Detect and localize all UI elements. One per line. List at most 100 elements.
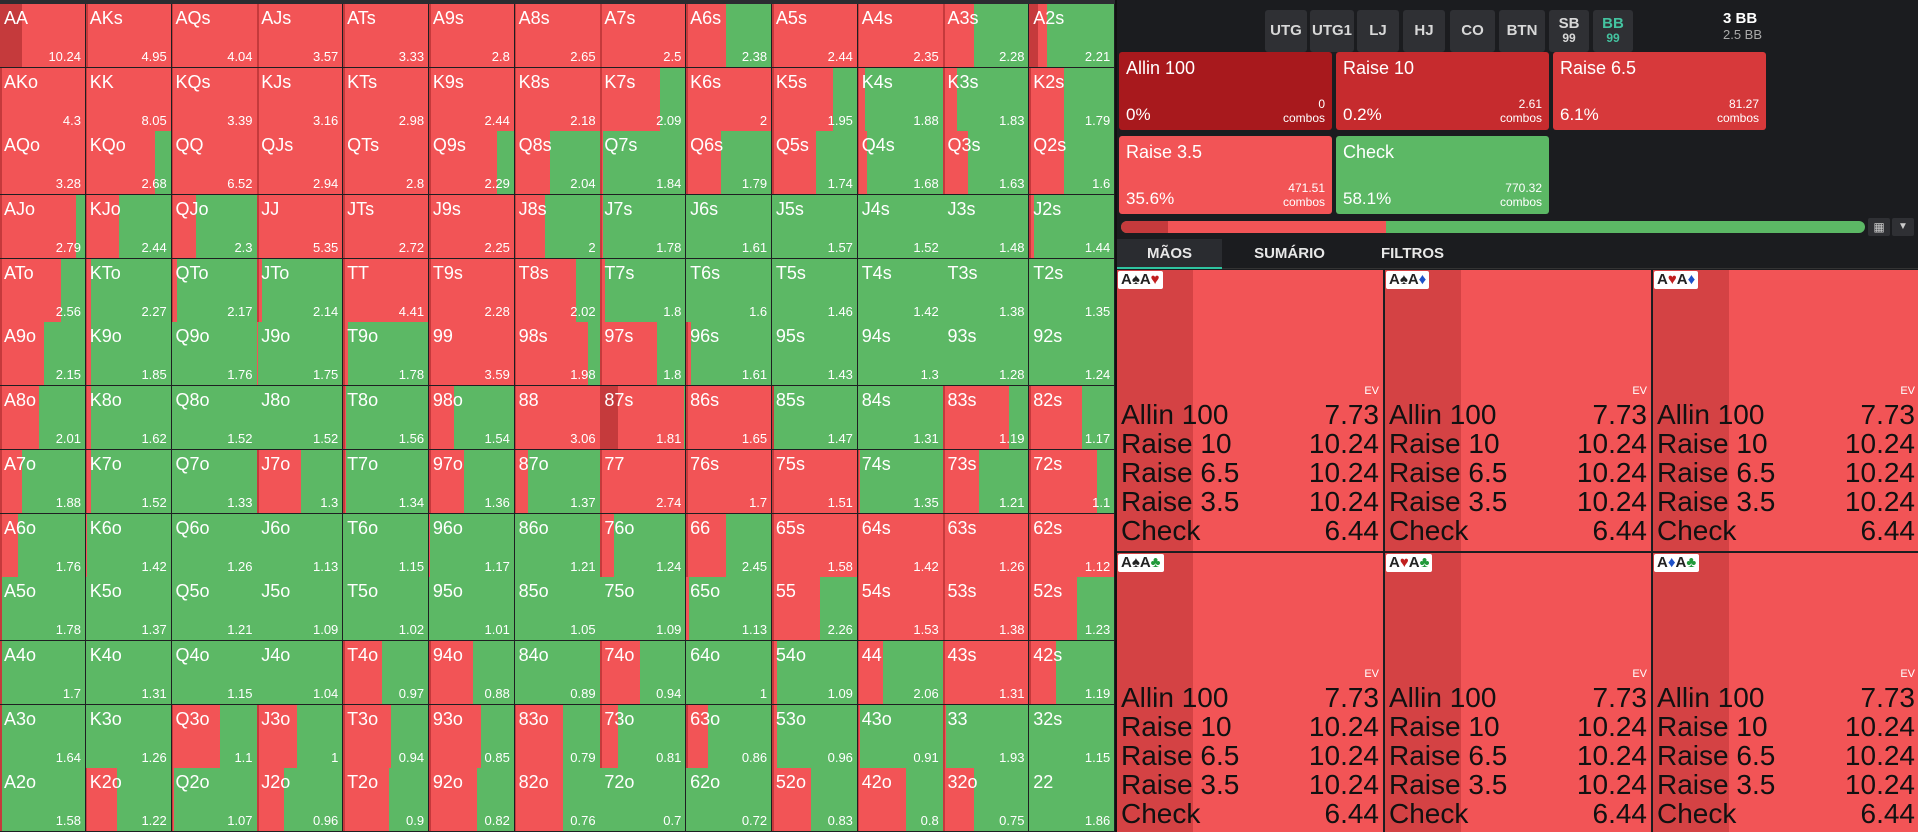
hand-cell[interactable]: J3o 1 [257,704,344,769]
hand-cell[interactable]: K2s 1.79 [1029,67,1116,132]
hand-cell[interactable]: J7s 1.78 [600,195,687,260]
hand-cell[interactable]: T8s 2.02 [514,258,601,323]
hand-cell[interactable]: A8o 2.01 [0,386,86,451]
hand-cell[interactable]: T2s 1.35 [1029,258,1116,323]
hand-cell[interactable]: A9s 2.8 [428,4,515,68]
hand-cell[interactable]: 43o 0.91 [857,704,944,769]
hand-cell[interactable]: K7s 2.09 [600,67,687,132]
hand-cell[interactable]: KQs 3.39 [171,67,258,132]
hand-cell[interactable]: 92o 0.82 [428,768,515,832]
hand-cell[interactable]: AA 10.24 [0,4,86,68]
hand-cell[interactable]: 84s 1.31 [857,386,944,451]
hand-cell[interactable]: 72o 0.7 [600,768,687,832]
hand-cell[interactable]: K9o 1.85 [85,322,172,387]
hand-cell[interactable]: T3o 0.94 [343,704,430,769]
hand-cell[interactable]: K8s 2.18 [514,67,601,132]
hand-cell[interactable]: JTo 2.14 [257,258,344,323]
hand-cell[interactable]: AQs 4.04 [171,4,258,68]
hand-cell[interactable]: Q4o 1.15 [171,640,258,705]
hand-cell[interactable]: T4o 0.97 [343,640,430,705]
hand-cell[interactable]: 93o 0.85 [428,704,515,769]
hand-cell[interactable]: T4s 1.42 [857,258,944,323]
hand-cell[interactable]: K3o 1.26 [85,704,172,769]
action-raise-6-5[interactable]: Raise 6.5 6.1% 81.27 combos [1553,52,1766,130]
hand-cell[interactable]: J9s 2.25 [428,195,515,260]
hand-cell[interactable]: Q4s 1.68 [857,131,944,196]
position-bb[interactable]: BB 99 [1593,10,1633,52]
hand-cell[interactable]: Q3s 1.63 [943,131,1030,196]
hand-cell[interactable]: 93s 1.28 [943,322,1030,387]
hand-cell[interactable]: A3s 2.28 [943,4,1030,68]
hand-cell[interactable]: KJo 2.44 [85,195,172,260]
hand-cell[interactable]: QTs 2.8 [343,131,430,196]
hand-cell[interactable]: 88 3.06 [514,386,601,451]
hand-cell[interactable]: A2o 1.58 [0,768,86,832]
hand-cell[interactable]: 55 2.26 [771,577,858,642]
hand-cell[interactable]: 98o 1.54 [428,386,515,451]
tab-hands[interactable]: MÃOS [1117,239,1222,269]
hand-cell[interactable]: K4o 1.31 [85,640,172,705]
hand-cell[interactable]: 65o 1.13 [686,577,773,642]
hand-cell[interactable]: 77 2.74 [600,449,687,514]
position-utg1[interactable]: UTG1 [1310,10,1354,52]
position-btn[interactable]: BTN [1499,10,1545,52]
hand-cell[interactable]: 99 3.59 [428,322,515,387]
hand-cell[interactable]: K2o 1.22 [85,768,172,832]
hand-cell[interactable]: 33 1.93 [943,704,1030,769]
hand-cell[interactable]: 66 2.45 [686,513,773,578]
hand-cell[interactable]: A9o 2.15 [0,322,86,387]
hand-cell[interactable]: T3s 1.38 [943,258,1030,323]
combo-card[interactable]: A♥A♣ EV Allin 100 7.73 Raise 10 10.24 Raise 6.… [1385,553,1652,832]
hand-cell[interactable]: T7s 1.8 [600,258,687,323]
hand-cell[interactable]: TT 4.41 [343,258,430,323]
hand-cell[interactable]: A7s 2.5 [600,4,687,68]
hand-cell[interactable]: 83o 0.79 [514,704,601,769]
hand-cell[interactable]: 97s 1.8 [600,322,687,387]
position-utg[interactable]: UTG [1265,10,1307,52]
hand-cell[interactable]: K5o 1.37 [85,577,172,642]
hand-cell[interactable]: Q7s 1.84 [600,131,687,196]
hand-cell[interactable]: 87s 1.81 [600,386,687,451]
hand-cell[interactable]: 86s 1.65 [686,386,773,451]
hand-cell[interactable]: J6s 1.61 [686,195,773,260]
hand-cell[interactable]: K9s 2.44 [428,67,515,132]
hand-cell[interactable]: Q6o 1.26 [171,513,258,578]
hand-cell[interactable]: 32o 0.75 [943,768,1030,832]
hand-cell[interactable]: J4o 1.04 [257,640,344,705]
hand-cell[interactable]: 42s 1.19 [1029,640,1116,705]
hand-cell[interactable]: A6o 1.76 [0,513,86,578]
hand-cell[interactable]: 54o 1.09 [771,640,858,705]
hand-cell[interactable]: 32s 1.15 [1029,704,1116,769]
action-raise-3-5[interactable]: Raise 3.5 35.6% 471.51 combos [1119,136,1332,214]
hand-cell[interactable]: T5s 1.46 [771,258,858,323]
hand-cell[interactable]: J2o 0.96 [257,768,344,832]
hand-cell[interactable]: J9o 1.75 [257,322,344,387]
hand-cell[interactable]: KJs 3.16 [257,67,344,132]
hand-cell[interactable]: K6s 2 [686,67,773,132]
position-co[interactable]: CO [1450,10,1495,52]
hand-cell[interactable]: 52s 1.23 [1029,577,1116,642]
tab-summary[interactable]: SUMÁRIO [1232,239,1347,269]
hand-cell[interactable]: 76o 1.24 [600,513,687,578]
hand-cell[interactable]: 72s 1.1 [1029,449,1116,514]
hand-cell[interactable]: QTo 2.17 [171,258,258,323]
hand-cell[interactable]: QJs 2.94 [257,131,344,196]
hand-cell[interactable]: 98s 1.98 [514,322,601,387]
hand-cell[interactable]: 97o 1.36 [428,449,515,514]
position-lj[interactable]: LJ [1357,10,1399,52]
hand-cell[interactable]: K5s 1.95 [771,67,858,132]
hand-cell[interactable]: K6o 1.42 [85,513,172,578]
hand-cell[interactable]: T6s 1.6 [686,258,773,323]
hand-cell[interactable]: Q5s 1.74 [771,131,858,196]
action-check[interactable]: Check 58.1% 770.32 combos [1336,136,1549,214]
hand-cell[interactable]: Q9o 1.76 [171,322,258,387]
hand-cell[interactable]: 75o 1.09 [600,577,687,642]
combo-card[interactable]: A♠A♦ EV Allin 100 7.73 Raise 10 10.24 Raise 6.… [1385,270,1652,552]
hand-cell[interactable]: 64o 1 [686,640,773,705]
hand-cell[interactable]: 95s 1.43 [771,322,858,387]
grid-icon[interactable]: ▦ [1868,218,1890,236]
hand-cell[interactable]: 42o 0.8 [857,768,944,832]
combo-card[interactable]: A♠A♥ EV Allin 100 7.73 Raise 10 10.24 Raise 6.… [1117,270,1384,552]
hand-cell[interactable]: 96o 1.17 [428,513,515,578]
hand-cell[interactable]: Q6s 1.79 [686,131,773,196]
